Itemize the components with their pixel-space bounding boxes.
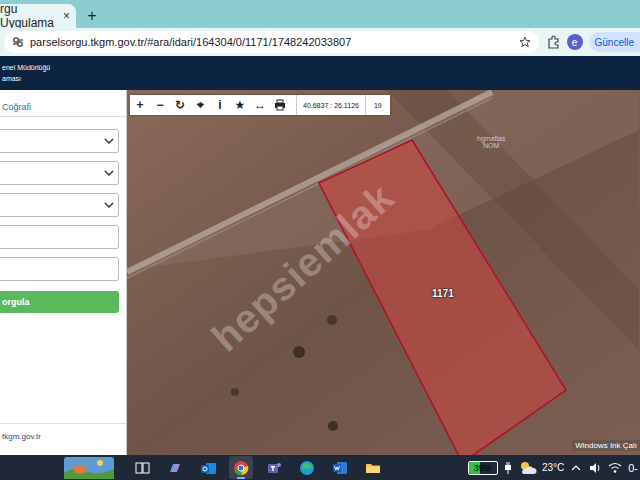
battery-reading: 39%	[469, 462, 497, 474]
windows-ink-notice: Windows Ink Çalı	[572, 440, 640, 451]
map-tool-button[interactable]: ↔	[250, 95, 270, 115]
outlook-icon[interactable]	[200, 460, 216, 476]
zoom-level: 19	[366, 95, 390, 115]
query-form: orgula	[0, 117, 126, 313]
print-button[interactable]	[270, 95, 290, 115]
taskbar-app[interactable]	[130, 456, 154, 479]
sidebar: Coğrafi orgula tkgm.gov.tr	[0, 90, 127, 455]
taskbar-apps	[130, 456, 385, 479]
file-explorer-icon[interactable]	[365, 460, 381, 476]
geographic-tab[interactable]: Coğrafi	[0, 98, 126, 117]
tab-strip: rgu Uygulama×+	[0, 0, 640, 28]
wifi-icon[interactable]	[608, 462, 622, 474]
sidebar-spacer	[0, 313, 126, 423]
taskbar-app[interactable]	[262, 456, 286, 479]
battery-indicator[interactable]: 39%	[468, 461, 498, 475]
map-tool-button[interactable]: ⌖	[190, 95, 210, 115]
teams-icon[interactable]	[266, 460, 282, 476]
text-field[interactable]	[0, 257, 119, 281]
basemap-label-line: hgmatlas	[477, 135, 505, 142]
taskbar-app[interactable]	[196, 456, 220, 479]
widgets-icon[interactable]	[64, 457, 114, 479]
site-info-icon[interactable]	[12, 36, 24, 48]
basemap-label: hgmatlasNOM	[477, 135, 505, 149]
map-toolbar: +−↻⌖i★↔ 40.6837 : 26.112619	[130, 95, 390, 115]
footer-link[interactable]: tkgm.gov.tr	[0, 423, 126, 455]
header-subtitle: aması	[2, 75, 640, 82]
query-button[interactable]: orgula	[0, 291, 119, 313]
task-view-icon[interactable]	[134, 460, 150, 476]
tab-close-button[interactable]: ×	[63, 9, 70, 23]
chevron-up-icon[interactable]	[570, 462, 582, 474]
weather[interactable]: 23°C	[518, 461, 564, 475]
browser-tab[interactable]: rgu Uygulama×	[0, 4, 76, 28]
charging-plug-icon	[504, 461, 512, 475]
url-text[interactable]: parselsorgu.tkgm.gov.tr/#ara/idari/16430…	[30, 36, 513, 48]
basemap-label-line: NOM	[483, 142, 499, 149]
address-bar: parselsorgu.tkgm.gov.tr/#ara/idari/16430…	[0, 28, 640, 56]
chevron-down-icon[interactable]	[104, 137, 114, 145]
tab-title[interactable]: rgu Uygulama	[0, 2, 63, 30]
cloudy-sun-icon[interactable]	[518, 461, 538, 475]
taskbar-app[interactable]	[163, 456, 187, 479]
copilot-icon[interactable]	[167, 460, 183, 476]
active-indicator	[237, 477, 245, 479]
taskbar: 39% 23°C 0-	[0, 455, 640, 480]
url-field[interactable]: parselsorgu.tkgm.gov.tr/#ara/idari/16430…	[4, 31, 539, 53]
map-tool-button[interactable]: ★	[230, 95, 250, 115]
coordinates-display: 40.6837 : 26.1126	[296, 95, 366, 115]
text-field[interactable]	[0, 225, 119, 249]
map-tool-button[interactable]: +	[130, 95, 150, 115]
new-tab-button[interactable]: +	[80, 4, 104, 28]
profile-avatar[interactable]: e	[567, 34, 583, 50]
clock[interactable]: 0-	[628, 462, 640, 474]
map-tool-button[interactable]: −	[150, 95, 170, 115]
parcel-label[interactable]: 1171	[432, 288, 454, 299]
header-title: enel Müdürlüğü	[2, 64, 640, 71]
word-icon[interactable]	[332, 460, 348, 476]
chevron-down-icon[interactable]	[104, 169, 114, 177]
map-tool-button[interactable]: i	[210, 95, 230, 115]
chrome-icon[interactable]	[233, 460, 249, 476]
map-view[interactable]: +−↻⌖i★↔40.6837 : 26.112619hgmatlasNOMhep…	[127, 90, 640, 455]
taskbar-app[interactable]	[229, 456, 253, 479]
satellite-imagery	[127, 90, 639, 455]
system-tray: 39% 23°C 0-	[468, 461, 640, 475]
update-button[interactable]: Güncelle	[589, 32, 640, 52]
site-header: enel Müdürlüğü aması	[0, 56, 640, 90]
edge-icon[interactable]	[299, 460, 315, 476]
extensions-icon[interactable]	[545, 34, 561, 50]
dropdown[interactable]	[0, 161, 119, 185]
taskbar-app[interactable]	[295, 456, 319, 479]
map-tool-button[interactable]: ↻	[170, 95, 190, 115]
print-icon[interactable]	[274, 99, 286, 111]
speaker-icon[interactable]	[588, 462, 602, 474]
weather-temperature: 23°C	[542, 462, 564, 473]
main-area: Coğrafi orgula tkgm.gov.tr +−↻⌖i★↔ 40.6837 :…	[0, 90, 640, 455]
taskbar-app[interactable]	[328, 456, 352, 479]
bookmark-star-icon[interactable]	[519, 36, 531, 48]
taskbar-app[interactable]	[361, 456, 385, 479]
dropdown[interactable]	[0, 193, 119, 217]
chevron-down-icon[interactable]	[104, 201, 114, 209]
dropdown[interactable]	[0, 129, 119, 153]
